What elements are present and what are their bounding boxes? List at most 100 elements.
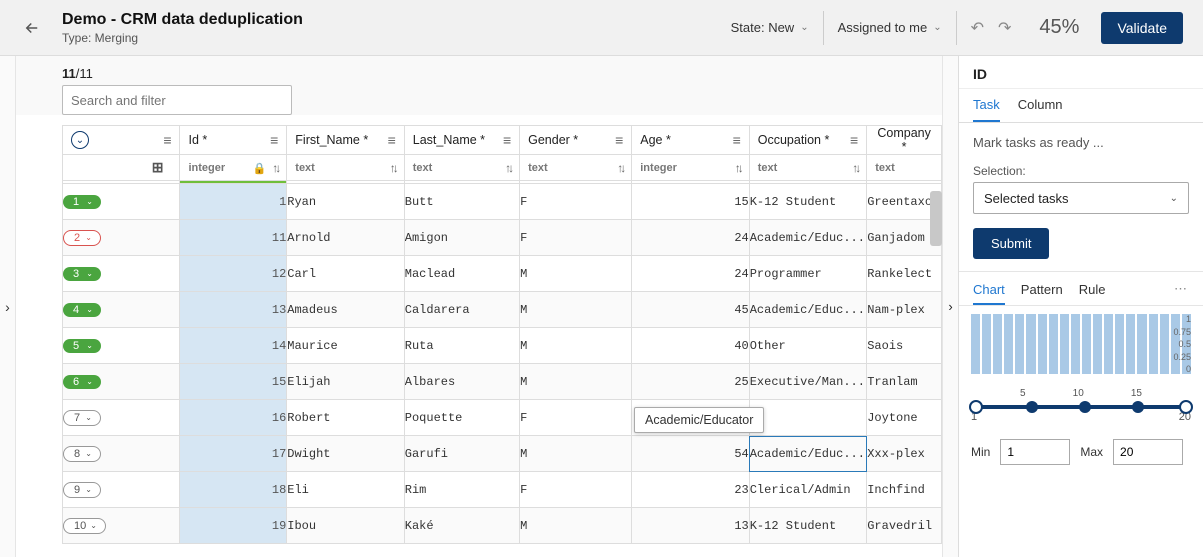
sort-icon[interactable]: ↑↓	[735, 161, 741, 175]
cell[interactable]: Academic/Educ...	[749, 292, 866, 328]
table-row[interactable]: 10⌄19IbouKakéM13K-12 StudentGravedril	[63, 508, 942, 544]
table-row[interactable]: 8⌄17DwightGarufiM54Academic/Educ...Xxx-p…	[63, 436, 942, 472]
cell[interactable]: Academic/Educ...	[749, 220, 866, 256]
column-menu-icon[interactable]: ≡	[615, 132, 623, 148]
expand-all-icon[interactable]: ⌄	[71, 131, 89, 149]
cell[interactable]: 16	[180, 400, 287, 436]
cell[interactable]: Executive/Man...	[749, 364, 866, 400]
cell[interactable]: 12	[180, 256, 287, 292]
column-menu-icon[interactable]: ≡	[503, 132, 511, 148]
cell[interactable]: Programmer	[749, 256, 866, 292]
table-row[interactable]: 2⌄11ArnoldAmigonF24Academic/Educ...Ganja…	[63, 220, 942, 256]
group-badge[interactable]: 4⌄	[63, 303, 101, 317]
cell[interactable]: F	[520, 400, 632, 436]
column-menu-icon[interactable]: ≡	[163, 132, 171, 148]
column-menu-icon[interactable]: ≡	[733, 132, 741, 148]
cell[interactable]: 11	[180, 220, 287, 256]
undo-icon[interactable]: ↶	[971, 18, 984, 38]
cell[interactable]: 13	[180, 292, 287, 328]
cell[interactable]: Butt	[404, 184, 519, 220]
cell[interactable]: 18	[180, 472, 287, 508]
slider-handle-max[interactable]	[1179, 400, 1193, 414]
cell[interactable]: 40	[632, 328, 749, 364]
cell[interactable]: Poquette	[404, 400, 519, 436]
subtab-pattern[interactable]: Pattern	[1021, 282, 1063, 305]
search-input[interactable]	[62, 85, 292, 115]
cell[interactable]: Gravedril	[867, 508, 942, 544]
cell[interactable]: Eli	[287, 472, 404, 508]
more-icon[interactable]: ⋯	[1174, 281, 1203, 297]
table-row[interactable]: 4⌄13AmadeusCaldareraM45Academic/Educ...N…	[63, 292, 942, 328]
max-input[interactable]	[1113, 439, 1183, 465]
subtab-chart[interactable]: Chart	[973, 282, 1005, 305]
sort-icon[interactable]: ↑↓	[505, 161, 511, 175]
sort-icon[interactable]: ↑↓	[390, 161, 396, 175]
cell[interactable]: M	[520, 364, 632, 400]
cell[interactable]: Inchfind	[867, 472, 942, 508]
slider-handle-min[interactable]	[969, 400, 983, 414]
redo-icon[interactable]: ↷	[998, 18, 1011, 38]
group-badge[interactable]: 3⌄	[63, 267, 101, 281]
cell[interactable]: 19	[180, 508, 287, 544]
cell[interactable]: Amadeus	[287, 292, 404, 328]
group-badge[interactable]: 6⌄	[63, 375, 101, 389]
tab-column[interactable]: Column	[1018, 97, 1063, 122]
cell[interactable]: Dwight	[287, 436, 404, 472]
table-row[interactable]: 5⌄14MauriceRutaM40OtherSaois	[63, 328, 942, 364]
scrollbar-thumb[interactable]	[930, 191, 942, 246]
table-row[interactable]: 3⌄12CarlMacleadM24ProgrammerRankelect	[63, 256, 942, 292]
cell[interactable]: Carl	[287, 256, 404, 292]
cell[interactable]: Maclead	[404, 256, 519, 292]
cell[interactable]: F	[520, 184, 632, 220]
group-badge[interactable]: 10⌄	[63, 518, 106, 534]
cell[interactable]: 24	[632, 256, 749, 292]
cell[interactable]: Robert	[287, 400, 404, 436]
cell[interactable]: Garufi	[404, 436, 519, 472]
submit-button[interactable]: Submit	[973, 228, 1049, 259]
cell[interactable]: M	[520, 256, 632, 292]
cell[interactable]: Caldarera	[404, 292, 519, 328]
state-dropdown[interactable]: State: New ⌄	[717, 11, 824, 45]
column-menu-icon[interactable]: ≡	[388, 132, 396, 148]
table-row[interactable]: 9⌄18EliRimF23Clerical/AdminInchfind	[63, 472, 942, 508]
cell[interactable]: 1	[180, 184, 287, 220]
table-row[interactable]: 7⌄16RobertPoquetteF36Joytone	[63, 400, 942, 436]
cell[interactable]: Maurice	[287, 328, 404, 364]
cell[interactable]: Rim	[404, 472, 519, 508]
cell[interactable]: 14	[180, 328, 287, 364]
cell[interactable]: F	[520, 472, 632, 508]
cell[interactable]: M	[520, 292, 632, 328]
cell[interactable]: 54	[632, 436, 749, 472]
table-row[interactable]: 6⌄15ElijahAlbaresM25Executive/Man...Tran…	[63, 364, 942, 400]
cell[interactable]: 17	[180, 436, 287, 472]
cell[interactable]: 25	[632, 364, 749, 400]
cell[interactable]: Kaké	[404, 508, 519, 544]
cell[interactable]: Ryan	[287, 184, 404, 220]
subtab-rule[interactable]: Rule	[1079, 282, 1106, 305]
cell[interactable]: Academic/Educ...	[749, 436, 866, 472]
cell[interactable]: 24	[632, 220, 749, 256]
sort-icon[interactable]: ↑↓	[272, 161, 278, 175]
cell[interactable]: Albares	[404, 364, 519, 400]
assigned-dropdown[interactable]: Assigned to me ⌄	[824, 11, 957, 45]
cell[interactable]: 23	[632, 472, 749, 508]
cell[interactable]: Clerical/Admin	[749, 472, 866, 508]
cell[interactable]: Nam-plex	[867, 292, 942, 328]
table-row[interactable]: 1⌄1RyanButtF15K-12 StudentGreentaxo	[63, 184, 942, 220]
cell[interactable]: Ibou	[287, 508, 404, 544]
left-panel-toggle[interactable]: ›	[0, 56, 16, 557]
cell[interactable]: 13	[632, 508, 749, 544]
selection-dropdown[interactable]: Selected tasks ⌄	[973, 182, 1189, 214]
column-menu-icon[interactable]: ≡	[850, 132, 858, 148]
cell[interactable]: Arnold	[287, 220, 404, 256]
right-panel-toggle[interactable]: ›	[942, 56, 958, 557]
range-slider[interactable]: 5 10 15 1 20	[959, 378, 1203, 433]
sort-icon[interactable]: ↑↓	[617, 161, 623, 175]
group-badge[interactable]: 8⌄	[63, 446, 101, 462]
group-badge[interactable]: 2⌄	[63, 230, 101, 246]
cell[interactable]: K-12 Student	[749, 184, 866, 220]
cell[interactable]: Elijah	[287, 364, 404, 400]
cell[interactable]: 15	[180, 364, 287, 400]
cell[interactable]	[749, 400, 866, 436]
layout-icon[interactable]: ⊞	[152, 159, 172, 176]
